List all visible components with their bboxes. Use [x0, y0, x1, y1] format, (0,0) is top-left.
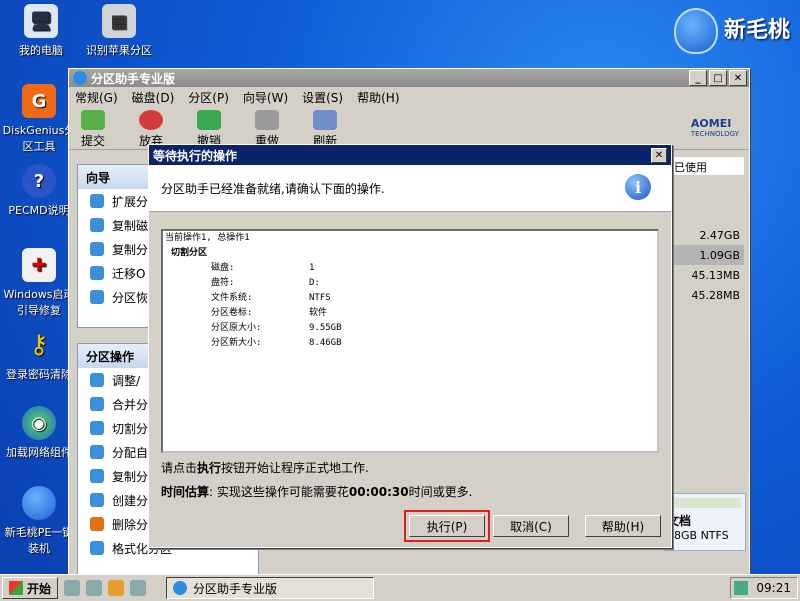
peach-logo-icon	[673, 8, 718, 54]
menu-partition[interactable]: 分区(P)	[188, 89, 229, 106]
diskgenius-icon: G	[22, 84, 56, 118]
instruction-text: 请点击执行按钮开始让程序正式地工作.	[161, 461, 369, 475]
windows-logo-icon	[9, 581, 23, 595]
key-icon: ⚷	[29, 330, 49, 360]
pending-operations-dialog: 等待执行的操作 ✕ 分区助手已经准备就绪,请确认下面的操作. i 当前操作1, …	[148, 144, 672, 548]
operations-list[interactable]: 当前操作1, 总操作1 切割分区 磁盘: 1 盘符: D: 文件系统: NTFS 分区…	[161, 229, 659, 453]
maximize-button[interactable]: □	[709, 70, 727, 86]
redo-icon	[255, 110, 280, 130]
detail-row: 分区原大小: 9.55GB	[211, 323, 342, 333]
used-value: 45.13MB	[691, 268, 740, 282]
start-button[interactable]: 开始	[2, 577, 59, 599]
format-icon	[90, 541, 104, 555]
help-button[interactable]: 帮助(H)	[585, 515, 661, 537]
merge-icon	[90, 397, 104, 411]
dialog-titlebar[interactable]: 等待执行的操作	[149, 145, 671, 165]
recovery-icon	[90, 290, 104, 304]
split-icon	[90, 421, 104, 435]
brand-logo: 新毛桃	[673, 8, 790, 54]
computer-icon: 🖥	[24, 4, 58, 38]
menu-general[interactable]: 常规(G)	[75, 89, 118, 106]
undo-icon	[197, 110, 222, 130]
copy-disk-icon	[90, 218, 104, 232]
app-titlebar[interactable]: 分区助手专业版 _ □ ✕	[69, 69, 749, 87]
quicklaunch-icon[interactable]	[130, 580, 147, 596]
system-clock[interactable]: 09:21	[730, 577, 798, 599]
minimize-button[interactable]: _	[689, 70, 707, 86]
installer-icon	[22, 486, 56, 520]
used-value-selected[interactable]: 1.09GB	[664, 245, 744, 265]
resize-icon	[90, 373, 104, 387]
desktop-icon-apple-partition[interactable]: ▦ 识别苹果分区	[80, 4, 158, 58]
app-icon	[73, 71, 87, 85]
disk-map-block[interactable]: 文档 98GB NTFS	[664, 493, 746, 551]
submit-icon	[81, 110, 105, 130]
repair-icon: ✚	[22, 248, 56, 282]
dialog-header: 分区助手已经准备就绪,请确认下面的操作. i	[149, 165, 671, 212]
menu-help[interactable]: 帮助(H)	[357, 89, 399, 106]
menu-bar: 常规(G) 磁盘(D) 分区(P) 向导(W) 设置(S) 帮助(H)	[69, 87, 749, 107]
migrate-icon	[90, 266, 104, 280]
close-button[interactable]: ✕	[729, 70, 747, 86]
create-icon	[90, 493, 104, 507]
refresh-icon	[313, 110, 338, 130]
quicklaunch-icon[interactable]	[64, 580, 81, 596]
aomei-logo: AOMEI TECHNOLOGY	[690, 117, 739, 138]
desktop-icon-boot-repair[interactable]: ✚ Windows启动引导修复	[0, 248, 78, 318]
desktop-icon-pecmd-help[interactable]: ? PECMD说明	[0, 164, 78, 218]
taskbar-app-button[interactable]: 分区助手专业版	[166, 577, 375, 599]
desktop-icon-installer[interactable]: 新毛桃PE一键装机	[0, 486, 78, 556]
menu-settings[interactable]: 设置(S)	[302, 89, 343, 106]
delete-icon	[90, 517, 104, 531]
used-column: 2.47GB 1.09GB 45.13MB 45.28MB	[664, 225, 744, 305]
copy-icon	[90, 469, 104, 483]
used-column-header: 已使用	[664, 157, 744, 175]
discard-icon	[139, 110, 164, 130]
apple-disk-icon: ▦	[102, 4, 136, 38]
network-icon: ◉	[22, 406, 56, 440]
quicklaunch-icon[interactable]	[108, 580, 125, 596]
detail-row: 盘符: D:	[211, 278, 320, 288]
menu-disk[interactable]: 磁盘(D)	[132, 89, 175, 106]
extend-icon	[90, 194, 104, 208]
submit-button[interactable]: 提交	[81, 110, 105, 149]
allocate-icon	[90, 445, 104, 459]
detail-row: 分区卷标: 软件	[211, 308, 328, 318]
used-value: 45.28MB	[691, 288, 740, 302]
copy-partition-icon	[90, 242, 104, 256]
detail-row: 文件系统: NTFS	[211, 293, 331, 303]
desktop-icon-diskgenius[interactable]: G DiskGenius分区工具	[0, 84, 78, 154]
desktop-icon-password-clear[interactable]: ⚷ 登录密码清除	[0, 328, 78, 382]
disk-usage-bar	[669, 498, 741, 508]
tray-icon[interactable]	[734, 581, 749, 595]
help-icon: ?	[22, 164, 56, 198]
execute-button[interactable]: 执行(P)	[404, 510, 490, 542]
quicklaunch-icon[interactable]	[86, 580, 103, 596]
info-icon: i	[625, 174, 651, 200]
app-icon	[173, 581, 188, 595]
detail-row: 磁盘: 1	[211, 263, 315, 273]
desktop-icon-network[interactable]: ◉ 加载网络组件	[0, 406, 78, 460]
app-title: 分区助手专业版	[91, 71, 176, 86]
menu-wizard[interactable]: 向导(W)	[243, 89, 288, 106]
used-value: 2.47GB	[699, 228, 740, 242]
time-estimate-text: 时间估算: 实现这些操作可能需要花00:00:30时间或更多.	[161, 485, 473, 499]
detail-row: 分区新大小: 8.46GB	[211, 338, 342, 348]
taskbar: 开始 分区助手专业版 09:21	[0, 574, 800, 601]
cancel-button[interactable]: 取消(C)	[493, 515, 569, 537]
desktop-icon-my-computer[interactable]: 🖥 我的电脑	[2, 4, 80, 58]
dialog-close-button[interactable]: ✕	[651, 148, 667, 163]
